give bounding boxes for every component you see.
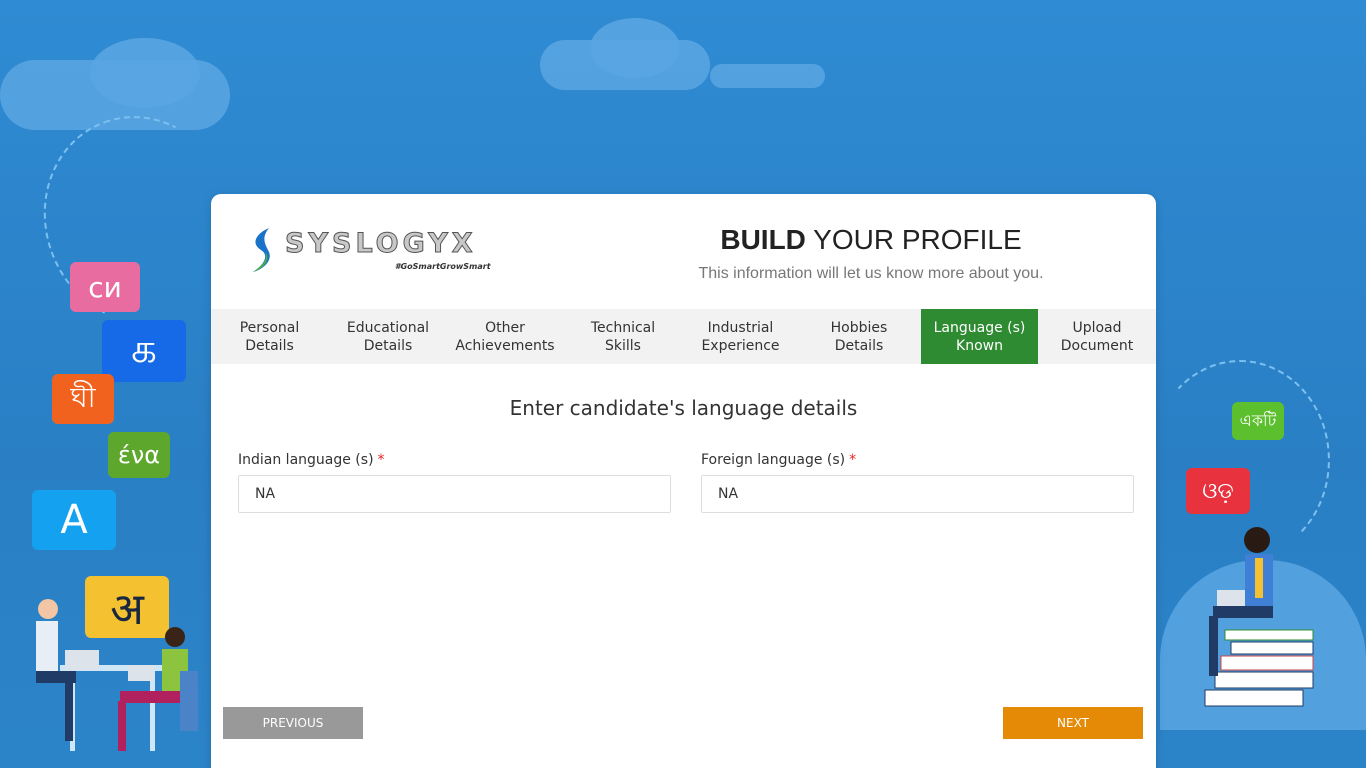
language-bubble-greek: ένα [108,432,170,478]
foreign-language-input[interactable] [701,475,1134,513]
tab-language-known[interactable]: Language (s) Known [921,309,1038,364]
logo-mark-icon [253,228,270,272]
indian-language-label-text: Indian language (s) [238,452,374,468]
page-title-rest: YOUR PROFILE [805,224,1022,255]
tab-industrial-experience[interactable]: Industrial Experience [684,309,797,364]
profile-card: SYSLOGYX #GoSmartGrowSmart BUILD YOUR PR… [211,194,1156,768]
logo-wordmark: SYSLOGYX [285,228,477,260]
cloud-decoration [710,64,825,88]
language-bubble-latin: A [32,490,116,550]
section-title: Enter candidate's language details [509,396,858,420]
language-bubble-cyrillic: си [70,262,140,312]
step-tabs: Personal Details Educational Details Oth… [211,309,1156,364]
logo-tagline: #GoSmartGrowSmart [395,262,491,271]
cloud-decoration [90,38,200,108]
woman-on-books-illustration [1204,527,1314,707]
tab-hobbies-details[interactable]: Hobbies Details [797,309,921,364]
foreign-language-label: Foreign language (s) * [701,452,1134,468]
page-subtitle: This information will let us know more a… [698,265,1044,282]
required-mark: * [849,452,857,468]
foreign-language-field: Foreign language (s) * [701,452,1134,513]
tab-upload-document[interactable]: Upload Document [1038,309,1156,364]
syslogyx-logo: SYSLOGYX #GoSmartGrowSmart [247,224,497,276]
next-button[interactable]: NEXT [1003,707,1143,739]
previous-button[interactable]: PREVIOUS [223,707,363,739]
people-working-illustration [36,599,198,751]
page-title: BUILD YOUR PROFILE [641,224,1101,256]
tab-personal-details[interactable]: Personal Details [211,309,328,364]
language-bubble-odia: ଓଡ଼ [1186,468,1250,514]
tab-technical-skills[interactable]: Technical Skills [562,309,684,364]
language-bubble-tamil: க [102,320,186,382]
indian-language-input[interactable] [238,475,671,513]
foreign-language-label-text: Foreign language (s) [701,452,846,468]
language-bubble-bengali: ঘী [52,374,114,424]
cloud-decoration [590,18,680,78]
tab-educational-details[interactable]: Educational Details [328,309,448,364]
tab-other-achievements[interactable]: Other Achievements [448,309,562,364]
indian-language-label: Indian language (s) * [238,452,671,468]
required-mark: * [377,452,385,468]
page-title-bold: BUILD [720,224,806,255]
language-bubble-bengali-2: একটি [1232,402,1284,440]
indian-language-field: Indian language (s) * [238,452,671,513]
